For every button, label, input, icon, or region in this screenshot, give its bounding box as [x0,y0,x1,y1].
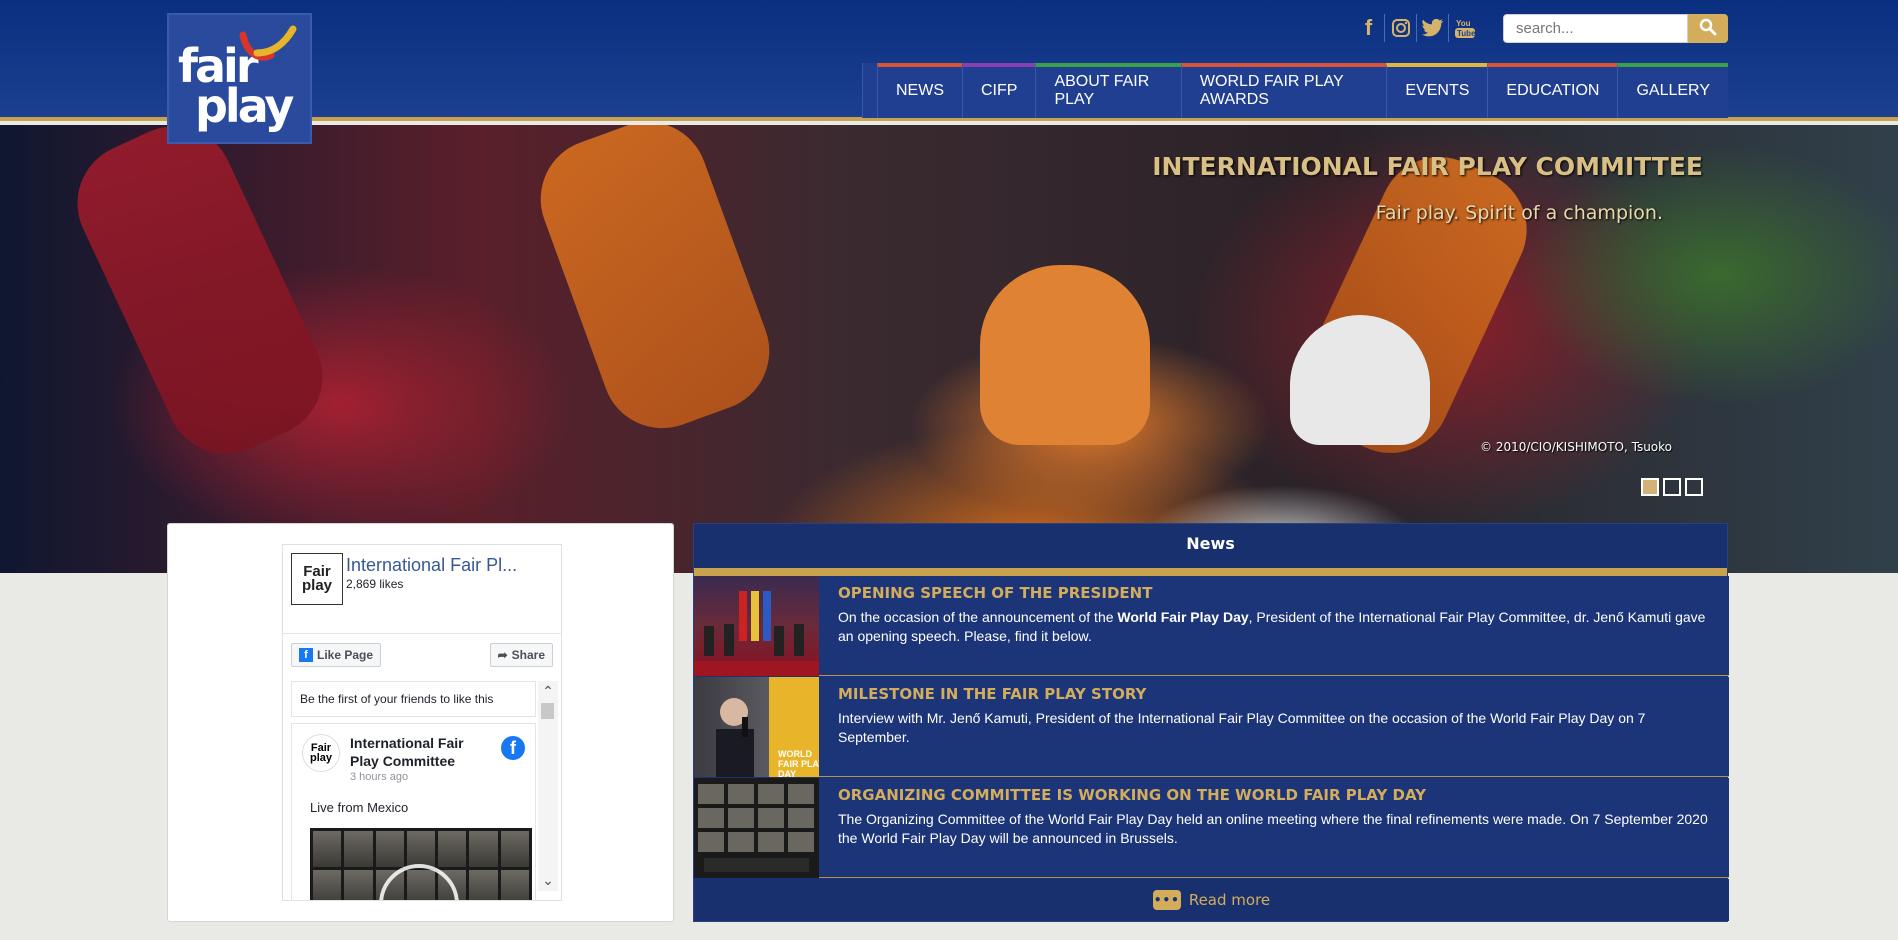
nav-news[interactable]: NEWS [877,63,962,118]
main-nav: NEWS CIFP ABOUT FAIR PLAY WORLD FAIR PLA… [862,63,1728,118]
slider-dot-1[interactable] [1641,478,1659,496]
news-thumbnail[interactable] [694,778,819,878]
fb-post-time[interactable]: 3 hours ago [350,771,408,783]
share-label: Share [511,648,545,662]
hero-photo-part [980,265,1150,445]
news-excerpt: On the occasion of the announcement of t… [838,608,1718,646]
news-excerpt: Interview with Mr. Jenő Kamuti, Presiden… [838,709,1718,747]
read-more-link[interactable]: ••• Read more [694,879,1729,921]
fb-scrollbar[interactable]: ⌃ ⌄ [538,681,558,891]
news-title[interactable]: OPENING SPEECH OF THE PRESIDENT [838,584,1152,602]
nav-events[interactable]: EVENTS [1386,63,1488,118]
nav-world-fair-play-awards[interactable]: WORLD FAIR PLAY AWARDS [1180,63,1387,118]
like-page-button[interactable]: f Like Page [291,643,382,667]
share-icon: ➦ [497,648,508,662]
slider-dot-2[interactable] [1663,478,1681,496]
fb-friends-text: Be the first of your friends to like thi… [291,681,536,717]
news-heading: News [694,524,1727,576]
hero-photo-part [1290,315,1430,445]
slider-dots [1641,478,1703,496]
hero-slider: INTERNATIONAL FAIR PLAY COMMITTEE Fair p… [0,125,1898,573]
scroll-thumb[interactable] [541,703,554,719]
logo-swoosh-icon [239,25,297,61]
facebook-panel: Fair play International Fair Pl... 2,869 … [167,523,674,922]
photo-credit: © 2010/CIO/KISHIMOTO, Tsuoko [1480,440,1672,454]
search-button[interactable] [1688,14,1728,43]
logo-text-play: play [195,79,294,133]
hero-subtitle: Fair play. Spirit of a champion. [1375,202,1663,224]
divider [283,633,561,634]
fb-post-avatar[interactable]: Fair play [302,734,340,772]
news-thumbnail[interactable]: WORLDFAIR PLAYDAY [694,677,824,779]
search-input[interactable]: search... [1503,14,1688,43]
scroll-up-icon[interactable]: ⌃ [541,683,555,700]
fb-post-text: Live from Mexico [310,800,409,815]
news-title[interactable]: ORGANIZING COMMITTEE IS WORKING ON THE W… [838,786,1426,804]
scroll-down-icon[interactable]: ⌄ [541,872,555,889]
fb-post: Fair play International Fair Play Committ… [291,723,536,901]
twitter-icon[interactable] [1417,14,1449,42]
svg-text:Tube: Tube [1457,29,1476,38]
hero-title: INTERNATIONAL FAIR PLAY COMMITTEE [1152,152,1703,181]
svg-text:You: You [1456,19,1471,28]
news-excerpt-part: Interview with Mr. Jenő Kamuti, Presiden… [838,710,1646,745]
facebook-icon: f [501,736,525,760]
news-excerpt-part: The Organizing Committee of the World Fa… [838,811,1708,846]
facebook-icon[interactable]: f [1353,14,1385,42]
svg-text:FAIR PLAY: FAIR PLAY [778,759,819,769]
news-panel: News OPENING SPEECH OF THE PRESIDENT On … [693,523,1729,922]
read-more-label: Read more [1188,891,1271,909]
news-title[interactable]: MILESTONE IN THE FAIR PLAY STORY [838,685,1146,703]
fair-play-logo[interactable]: fair play [167,13,312,144]
news-item[interactable]: WORLDFAIR PLAYDAY MILESTONE IN THE FAIR … [694,677,1729,779]
news-item[interactable]: OPENING SPEECH OF THE PRESIDENT On the o… [694,576,1729,676]
news-item[interactable]: ORGANIZING COMMITTEE IS WORKING ON THE W… [694,778,1729,878]
share-button[interactable]: ➦ Share [489,643,553,667]
facebook-page-widget: Fair play International Fair Pl... 2,869 … [282,544,562,901]
youtube-icon[interactable]: You Tube [1449,14,1481,42]
instagram-icon[interactable] [1385,14,1417,42]
slider-dot-3[interactable] [1685,478,1703,496]
hero-photo [57,125,343,474]
news-excerpt-bold: World Fair Play Day [1117,609,1249,625]
like-page-label: Like Page [317,648,374,662]
nav-cifp[interactable]: CIFP [962,63,1036,118]
nav-education[interactable]: EDUCATION [1487,63,1618,118]
search-icon [1699,18,1717,40]
fb-post-author[interactable]: International Fair Play Committee [350,734,490,770]
svg-text:WORLD: WORLD [778,749,812,759]
fb-page-logo[interactable]: Fair play [291,553,343,605]
news-thumbnail[interactable] [694,576,819,676]
svg-text:DAY: DAY [778,769,796,777]
news-excerpt-part: On the occasion of the announcement of t… [838,609,1118,625]
news-excerpt: The Organizing Committee of the World Fa… [838,810,1718,848]
fb-like-count: 2,869 likes [346,577,404,591]
speech-bubble-icon: ••• [1152,890,1181,910]
facebook-icon: f [299,648,313,662]
fb-page-name[interactable]: International Fair Pl... [346,555,526,576]
nav-about-fair-play[interactable]: ABOUT FAIR PLAY [1035,63,1181,118]
nav-gallery[interactable]: GALLERY [1617,63,1728,118]
social-links: f You Tube [1353,14,1481,42]
hero-photo-part [523,125,787,446]
